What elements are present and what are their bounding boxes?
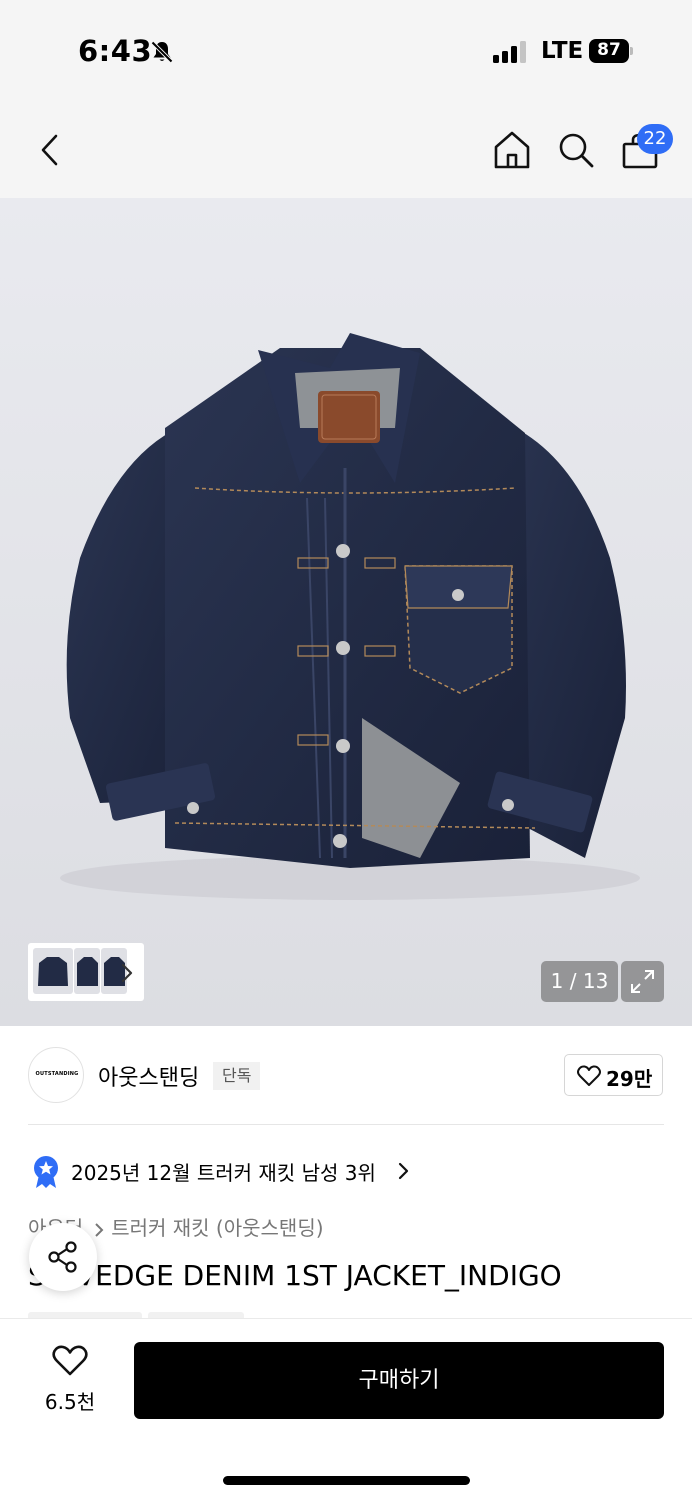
buy-button[interactable]: 구매하기 [134, 1342, 664, 1419]
home-indicator [223, 1476, 470, 1485]
search-icon[interactable] [557, 131, 595, 169]
heart-icon [577, 1065, 601, 1086]
brand-like-count: 29만 [606, 1067, 653, 1091]
status-time: 6:43 [78, 34, 153, 68]
expand-icon [631, 970, 654, 993]
share-button[interactable] [29, 1223, 97, 1291]
bell-slash-icon [151, 41, 173, 63]
product-image[interactable] [0, 198, 692, 1026]
product-title: SELVEDGE DENIM 1ST JACKET_INDIGO [28, 1259, 562, 1292]
wishlist-count: 6.5천 [44, 1390, 96, 1414]
divider [28, 1124, 664, 1125]
chevron-right-icon[interactable] [120, 962, 134, 984]
expand-button[interactable] [621, 961, 664, 1002]
ranking-text[interactable]: 2025년 12월 트러커 재킷 남성 3위 [71, 1157, 376, 1186]
denim-jacket-image [0, 198, 692, 1026]
battery-icon: 87 [589, 39, 633, 63]
cart-count-badge: 22 [637, 124, 673, 154]
signal-icon [493, 41, 526, 63]
home-icon[interactable] [493, 130, 531, 170]
thumbnail-1[interactable] [33, 948, 73, 994]
image-page-indicator: 1 / 13 [541, 961, 618, 1002]
brand-name[interactable]: 아웃스탠딩 [98, 1060, 199, 1092]
brand-like-button[interactable]: 29만 [564, 1054, 663, 1096]
thumbnail-2[interactable] [74, 948, 100, 994]
brand-logo[interactable]: OUTSTANDING [28, 1047, 84, 1103]
chevron-right-icon[interactable] [397, 1162, 409, 1180]
status-bar: 6:43 LTE 87 [0, 0, 692, 100]
chevron-right-icon [95, 1222, 104, 1237]
share-icon [48, 1241, 77, 1273]
ranking-badge-icon [34, 1156, 58, 1188]
breadcrumb-subcategory[interactable]: 트러커 재킷 (아웃스탠딩) [111, 1216, 323, 1240]
network-type: LTE [541, 38, 584, 64]
back-arrow-icon[interactable] [38, 133, 62, 167]
heart-icon[interactable] [52, 1345, 88, 1377]
exclusive-tag: 단독 [213, 1062, 261, 1090]
battery-level: 87 [597, 40, 621, 60]
